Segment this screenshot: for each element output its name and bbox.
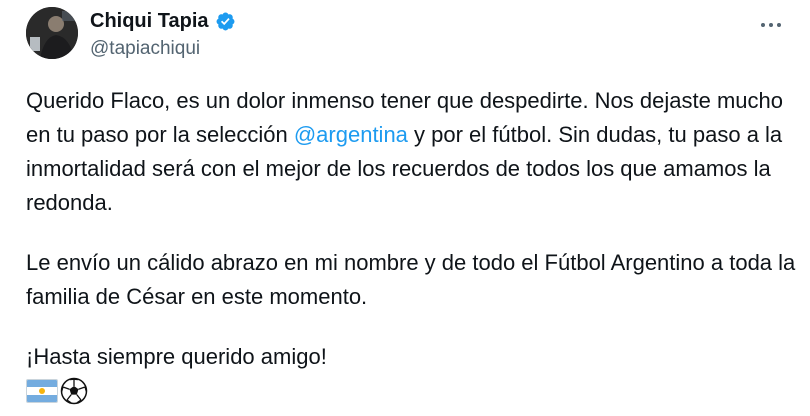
more-dot-icon: [761, 23, 765, 27]
more-options-button[interactable]: [754, 12, 788, 38]
argentina-flag-icon: [26, 379, 58, 403]
soccer-ball-icon: [60, 377, 88, 405]
tweet-card: Chiqui Tapia @tapiachiqui Querido Flaco,…: [0, 0, 810, 416]
name-row: Chiqui Tapia: [90, 8, 236, 34]
mention-link[interactable]: @argentina: [294, 122, 408, 147]
tweet-paragraph-1: Querido Flaco, es un dolor inmenso tener…: [26, 84, 796, 220]
tweet-paragraph-3: ¡Hasta siempre querido amigo!: [26, 344, 327, 369]
avatar[interactable]: [26, 7, 78, 59]
author-name[interactable]: Chiqui Tapia: [90, 8, 209, 34]
more-dot-icon: [769, 23, 773, 27]
emoji-row: [26, 374, 796, 408]
tweet-paragraph-2: Le envío un cálido abrazo en mi nombre y…: [26, 250, 796, 309]
more-dot-icon: [777, 23, 781, 27]
tweet-text: Querido Flaco, es un dolor inmenso tener…: [26, 84, 796, 408]
verified-badge-icon: [215, 11, 236, 32]
author-info: Chiqui Tapia @tapiachiqui: [90, 8, 236, 62]
author-handle[interactable]: @tapiachiqui: [90, 36, 236, 62]
